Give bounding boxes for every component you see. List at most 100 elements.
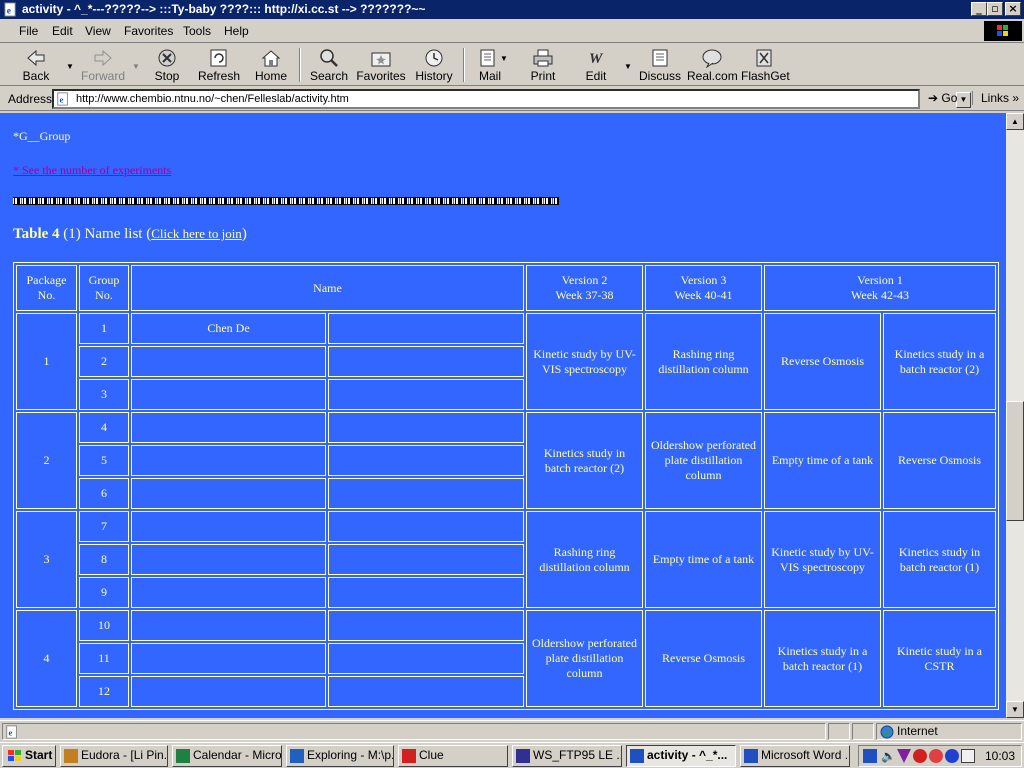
- package-number-cell: 2: [16, 412, 77, 509]
- table-row: 3 7 Rashing ring distillation column Empty …: [16, 511, 997, 608]
- discuss-button[interactable]: Discuss: [638, 46, 682, 84]
- flashget-button[interactable]: FlashGet: [741, 46, 790, 84]
- menu-favorites[interactable]: Favorites: [124, 24, 173, 38]
- go-button[interactable]: ➔ Go: [928, 91, 957, 105]
- tray-app-icon[interactable]: [961, 749, 975, 763]
- name-cell: [131, 346, 326, 377]
- task-label: Calendar - Micro...: [193, 748, 282, 762]
- version-1-experiment-b: Kinetics study in a batch reactor (2): [883, 313, 997, 410]
- window-title: activity - ^_*---?????--> :::Ty-baby ???…: [22, 2, 426, 16]
- scrollbar-thumb[interactable]: [1006, 401, 1024, 521]
- name-cell: [131, 478, 326, 509]
- menu-view[interactable]: View: [85, 24, 111, 38]
- favorites-button[interactable]: Favorites: [356, 46, 406, 84]
- back-dropdown-icon[interactable]: ▼: [66, 62, 74, 71]
- svg-text:e: e: [9, 728, 13, 738]
- stop-button[interactable]: Stop: [148, 46, 186, 84]
- windows-flag-icon: [8, 750, 21, 761]
- menu-edit[interactable]: Edit: [52, 24, 73, 38]
- taskbar-task[interactable]: WS_FTP95 LE ...: [512, 745, 622, 767]
- start-button[interactable]: Start: [2, 745, 56, 767]
- mail-button[interactable]: Mail: [472, 46, 508, 84]
- taskbar-task[interactable]: activity - ^_*...: [626, 745, 736, 767]
- ie-page-icon: e: [4, 2, 16, 17]
- version-1-experiment-a: Empty time of a tank: [764, 412, 881, 509]
- taskbar: Start Eudora - [Li Pin... Calendar - Micr…: [0, 742, 1024, 768]
- clock[interactable]: 10:03: [985, 749, 1015, 763]
- taskbar-task[interactable]: Microsoft Word ...: [740, 745, 850, 767]
- forward-button[interactable]: Forward: [80, 46, 126, 84]
- name-cell-2: [328, 478, 524, 509]
- forward-dropdown-icon[interactable]: ▼: [132, 62, 140, 71]
- scroll-up-icon[interactable]: ▲: [1006, 113, 1024, 130]
- maximize-button[interactable]: ▫: [987, 2, 1003, 16]
- name-cell-2: [328, 379, 524, 410]
- name-cell: [131, 643, 326, 674]
- taskbar-task[interactable]: Eudora - [Li Pin...: [60, 745, 168, 767]
- task-label: Clue: [419, 748, 444, 762]
- version-1-experiment-a: Reverse Osmosis: [764, 313, 881, 410]
- home-button[interactable]: Home: [252, 46, 290, 84]
- taskbar-task[interactable]: Clue: [398, 745, 508, 767]
- status-panel: [852, 723, 874, 740]
- edit-dropdown-icon[interactable]: ▼: [624, 62, 632, 71]
- task-label: activity - ^_*...: [647, 748, 728, 762]
- minimize-button[interactable]: _: [971, 2, 987, 16]
- flashget-icon: [756, 49, 772, 67]
- name-cell-2: [328, 445, 524, 476]
- address-input[interactable]: e http://www.chembio.ntnu.no/~chen/Felle…: [52, 89, 971, 109]
- table-title: Table 4 (1) Name list (Click here to joi…: [13, 226, 247, 243]
- tray-app-icon[interactable]: [945, 749, 959, 763]
- menu-file[interactable]: File: [19, 24, 38, 38]
- address-bar: Address e http://www.chembio.ntnu.no/~ch…: [0, 87, 1024, 111]
- header-v1-label: Version 1: [857, 273, 903, 287]
- system-tray: 🔈 10:03: [858, 745, 1022, 767]
- see-experiments-link[interactable]: * See the number of experiments: [13, 163, 171, 178]
- taskbar-task[interactable]: Exploring - M:\p...: [286, 745, 394, 767]
- version-2-experiment: Rashing ring distillation column: [526, 511, 643, 608]
- globe-icon: [880, 725, 894, 739]
- real-button[interactable]: Real.com: [687, 46, 738, 84]
- tray-app-icon[interactable]: [897, 749, 911, 763]
- version-1-experiment-b: Reverse Osmosis: [883, 412, 997, 509]
- links-button[interactable]: Links »: [972, 91, 1019, 105]
- svg-text:e: e: [7, 6, 11, 16]
- header-v3-label: Version 3: [680, 273, 727, 287]
- history-icon: [425, 49, 443, 67]
- network-icon[interactable]: [863, 749, 877, 763]
- vertical-scrollbar[interactable]: ▲ ▼: [1006, 113, 1024, 718]
- tray-app-icon[interactable]: [929, 749, 943, 763]
- go-label: Go: [941, 91, 958, 105]
- name-cell-2: [328, 676, 524, 707]
- history-button[interactable]: History: [412, 46, 456, 84]
- name-cell-2: [328, 577, 524, 608]
- search-button[interactable]: Search: [308, 46, 350, 84]
- menu-tools[interactable]: Tools: [183, 24, 211, 38]
- edit-button[interactable]: W Edit: [578, 46, 614, 84]
- name-cell-2: [328, 544, 524, 575]
- name-cell: Chen De: [131, 313, 326, 344]
- address-dropdown-icon[interactable]: ▼: [956, 92, 971, 108]
- task-app-icon: [64, 749, 78, 763]
- print-button[interactable]: Print: [524, 46, 562, 84]
- task-label: WS_FTP95 LE ...: [533, 748, 622, 762]
- task-app-icon: [290, 749, 304, 763]
- click-to-join-link[interactable]: Click here to join: [151, 226, 242, 241]
- menu-help[interactable]: Help: [224, 24, 249, 38]
- mail-dropdown-icon[interactable]: ▼: [500, 54, 508, 63]
- refresh-button[interactable]: Refresh: [196, 46, 242, 84]
- tray-app-icon[interactable]: [913, 749, 927, 763]
- group-number-cell: 4: [79, 412, 129, 443]
- mail-icon: [480, 49, 495, 67]
- taskbar-task[interactable]: Calendar - Micro...: [172, 745, 282, 767]
- back-button[interactable]: Back: [14, 46, 58, 84]
- close-button[interactable]: ×: [1005, 2, 1021, 16]
- home-icon: [261, 50, 281, 67]
- group-number-cell: 10: [79, 610, 129, 641]
- volume-icon[interactable]: 🔈: [881, 749, 896, 763]
- table-title-text: (1) Name list (: [59, 226, 152, 242]
- scroll-down-icon[interactable]: ▼: [1006, 701, 1024, 718]
- toolbar-separator: [299, 48, 301, 82]
- refresh-icon: [210, 49, 227, 67]
- version-3-experiment: Empty time of a tank: [645, 511, 762, 608]
